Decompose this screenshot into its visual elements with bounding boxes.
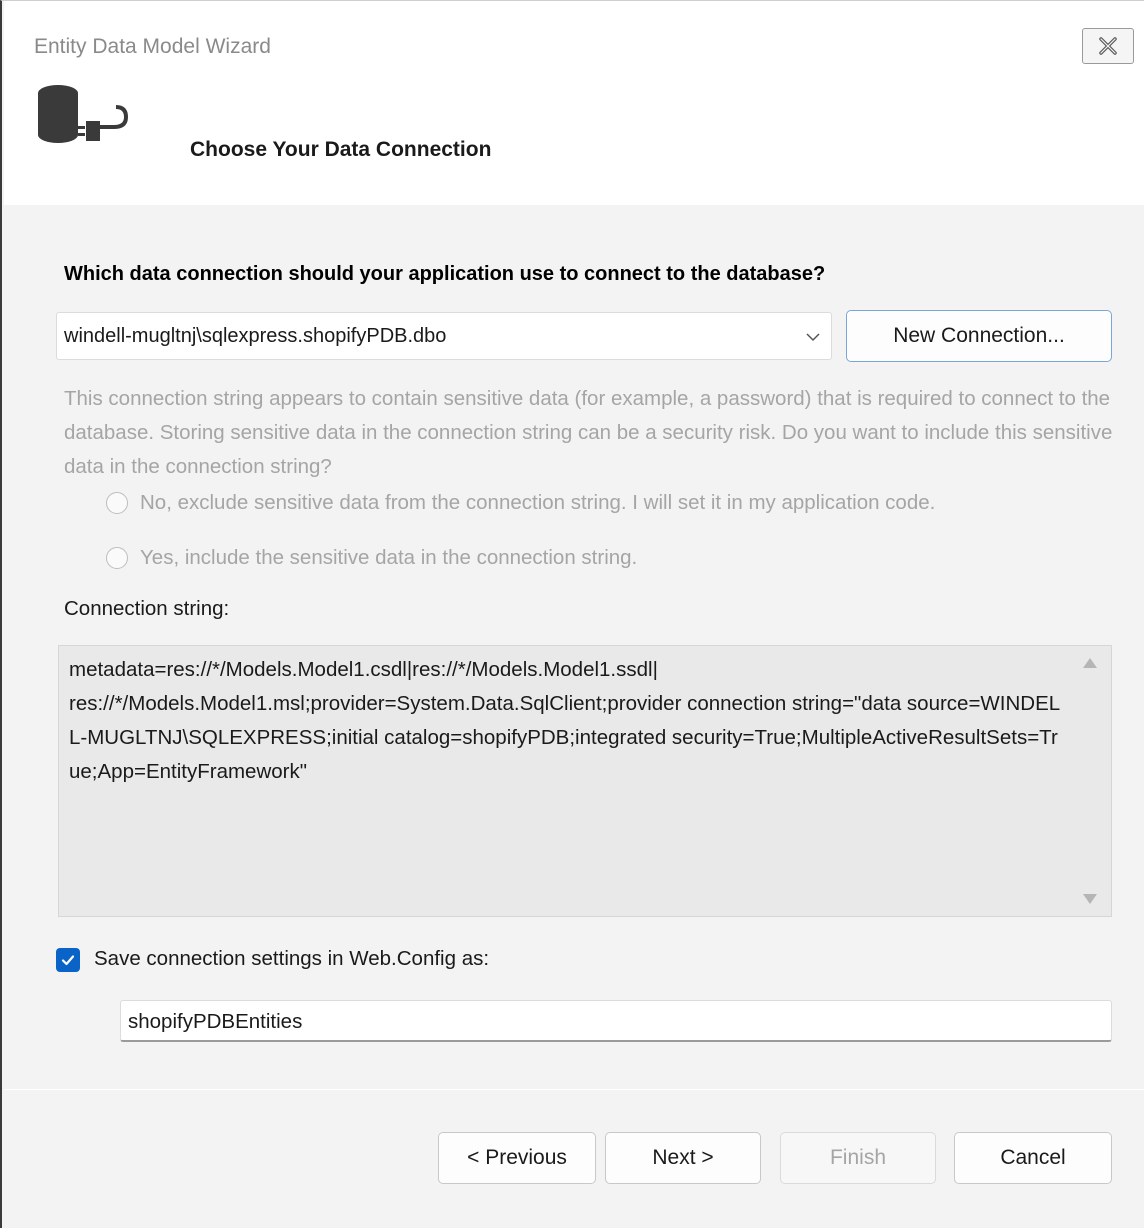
- close-button[interactable]: [1082, 28, 1134, 64]
- window-title: Entity Data Model Wizard: [34, 35, 271, 58]
- title-bar: Entity Data Model Wizard: [4, 1, 1144, 89]
- entity-name-input[interactable]: shopifyPDBEntities: [120, 1000, 1112, 1042]
- next-button[interactable]: Next >: [605, 1132, 761, 1184]
- connection-dropdown-value: windell-mugltnj\sqlexpress.shopifyPDB.db…: [64, 325, 447, 347]
- sensitive-data-message: This connection string appears to contai…: [64, 387, 1113, 478]
- radio-exclude-sensitive[interactable]: No, exclude sensitive data from the conn…: [106, 491, 935, 515]
- finish-button[interactable]: Finish: [780, 1132, 936, 1184]
- cancel-button[interactable]: Cancel: [954, 1132, 1112, 1184]
- connection-string-box[interactable]: metadata=res://*/Models.Model1.csdl|res:…: [58, 645, 1112, 917]
- connection-string-text: metadata=res://*/Models.Model1.csdl|res:…: [69, 658, 1061, 783]
- close-icon: [1099, 37, 1117, 55]
- scroll-up-icon[interactable]: [1083, 658, 1097, 668]
- new-connection-button[interactable]: New Connection...: [846, 310, 1112, 362]
- radio-include-sensitive[interactable]: Yes, include the sensitive data in the c…: [106, 546, 637, 570]
- connection-string-label: Connection string:: [64, 597, 230, 620]
- connection-question: Which data connection should your applic…: [64, 263, 826, 285]
- page-title: Choose Your Data Connection: [190, 138, 492, 161]
- connection-dropdown[interactable]: windell-mugltnj\sqlexpress.shopifyPDB.db…: [56, 312, 832, 360]
- save-settings-checkbox[interactable]: [56, 948, 80, 972]
- wizard-window: Entity Data Model Wizard Choose Your Dat…: [0, 0, 1144, 1228]
- chevron-down-icon: [806, 333, 820, 342]
- radio-button[interactable]: [106, 492, 128, 514]
- footer-divider: [4, 1089, 1144, 1090]
- previous-button[interactable]: < Previous: [438, 1132, 596, 1184]
- database-plug-icon: [38, 85, 129, 143]
- radio-exclude-label: No, exclude sensitive data from the conn…: [140, 491, 936, 514]
- scroll-down-icon[interactable]: [1083, 894, 1097, 904]
- save-settings-label[interactable]: Save connection settings in Web.Config a…: [94, 947, 489, 971]
- radio-button[interactable]: [106, 547, 128, 569]
- wizard-header: Choose Your Data Connection: [4, 85, 1144, 205]
- radio-include-label: Yes, include the sensitive data in the c…: [140, 546, 638, 569]
- checkmark-icon: [61, 955, 75, 966]
